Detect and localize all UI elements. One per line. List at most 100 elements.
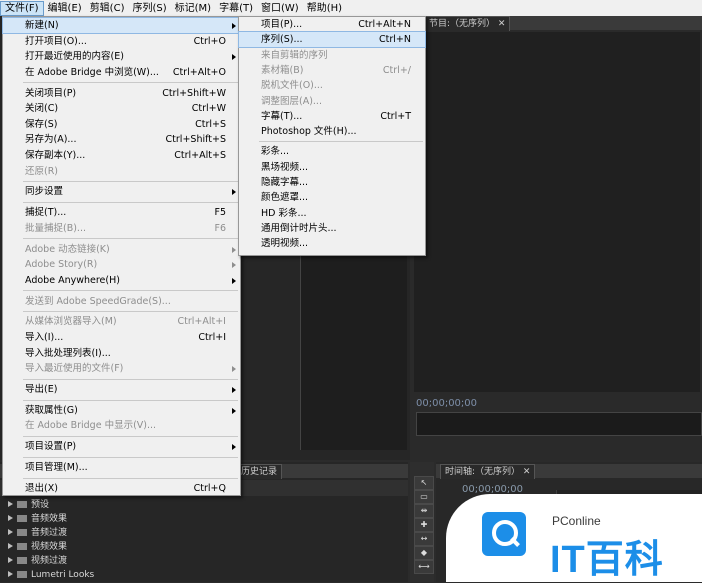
menu-item-捕捉[interactable]: 捕捉(T)... F5 bbox=[3, 205, 240, 220]
menu-item-透明视频[interactable]: 透明视频... bbox=[239, 236, 425, 251]
menu-item-label: 批量捕捉(B)... bbox=[25, 222, 86, 234]
menu-item-label: 从媒体浏览器导入(M) bbox=[25, 316, 117, 328]
menu-item-关闭项目[interactable]: 关闭项目(P) Ctrl+Shift+W bbox=[3, 86, 240, 101]
menu-item-shortcut: Ctrl+Alt+S bbox=[174, 150, 226, 161]
menu-item-同步设置[interactable]: 同步设置 bbox=[3, 184, 240, 199]
menu-item-导出[interactable]: 导出(E) bbox=[3, 382, 240, 397]
expand-triangle-icon[interactable] bbox=[8, 501, 13, 507]
menu-separator bbox=[23, 238, 238, 240]
menu-item-label: 序列(S)... bbox=[261, 34, 303, 46]
menu-item-label: 素材箱(B) bbox=[261, 64, 304, 76]
effects-tree-item[interactable]: 视频效果 bbox=[8, 541, 67, 554]
menu-item-label: 退出(X) bbox=[25, 482, 58, 494]
effects-tree-label: 视频过渡 bbox=[31, 556, 68, 566]
expand-triangle-icon[interactable] bbox=[8, 543, 13, 549]
menu-item-来自剪辑的序列: 来自剪辑的序列 bbox=[239, 48, 425, 63]
program-monitor-tab[interactable]: 节目:（无序列） ✕ bbox=[424, 16, 511, 31]
track-select-tool-icon[interactable]: ▭ bbox=[414, 490, 434, 504]
selection-tool-icon[interactable]: ↖ bbox=[414, 476, 434, 490]
expand-triangle-icon[interactable] bbox=[8, 571, 13, 577]
menu-item-打开最近使用的内容[interactable]: 打开最近使用的内容(E) bbox=[3, 49, 240, 64]
program-monitor-timecode: 00;00;00;00 bbox=[416, 398, 478, 409]
menu-item-adobe-anywhere[interactable]: Adobe Anywhere(H) bbox=[3, 273, 240, 288]
menubar-item-帮助[interactable]: 帮助(H) bbox=[303, 1, 346, 16]
menu-item-保存[interactable]: 保存(S) Ctrl+S bbox=[3, 117, 240, 132]
menu-item-黑场视频[interactable]: 黑场视频... bbox=[239, 160, 425, 175]
menu-item-项目[interactable]: 项目(P)... Ctrl+Alt+N bbox=[239, 17, 425, 32]
history-tab[interactable]: 历史记录 bbox=[236, 464, 283, 479]
menu-item-另存为[interactable]: 另存为(A)... Ctrl+Shift+S bbox=[3, 132, 240, 147]
menu-item-打开项目[interactable]: 打开项目(O)... Ctrl+O bbox=[3, 34, 240, 49]
menu-item-在-adobe-bridge-中浏览[interactable]: 在 Adobe Bridge 中浏览(W)... Ctrl+Alt+O bbox=[3, 65, 240, 80]
expand-triangle-icon[interactable] bbox=[8, 529, 13, 535]
menu-separator bbox=[23, 311, 238, 313]
menu-item-shortcut: Ctrl+T bbox=[380, 110, 411, 122]
effects-tree-item[interactable]: 音频效果 bbox=[8, 513, 67, 526]
razor-tool-icon[interactable]: ◆ bbox=[414, 546, 434, 560]
effects-tree-item[interactable]: 预设 bbox=[8, 499, 49, 512]
effects-tree-label: 音频过渡 bbox=[31, 528, 68, 538]
menu-item-导入[interactable]: 导入(I)... Ctrl+I bbox=[3, 330, 240, 345]
menu-item-素材箱: 素材箱(B) Ctrl+/ bbox=[239, 63, 425, 78]
rolling-edit-tool-icon[interactable]: ✚ bbox=[414, 518, 434, 532]
menubar-item-序列[interactable]: 序列(S) bbox=[128, 1, 170, 16]
menu-item-获取属性[interactable]: 获取属性(G) bbox=[3, 403, 240, 418]
effects-tree-item[interactable]: 视频过渡 bbox=[8, 555, 67, 568]
menu-item-shortcut: F6 bbox=[214, 222, 226, 234]
menu-item-label: Photoshop 文件(H)... bbox=[261, 126, 357, 138]
menu-item-隐藏字幕[interactable]: 隐藏字幕... bbox=[239, 175, 425, 190]
menubar-item-编辑[interactable]: 编辑(E) bbox=[44, 1, 86, 16]
menu-item-adobe-动态链接: Adobe 动态链接(K) bbox=[3, 242, 240, 257]
menu-item-label: 另存为(A)... bbox=[25, 134, 77, 146]
menubar-item-文件[interactable]: 文件(F) bbox=[0, 0, 44, 16]
menu-item-通用倒计时片头[interactable]: 通用倒计时片头... bbox=[239, 221, 425, 236]
menu-item-序列[interactable]: 序列(S)... Ctrl+N bbox=[238, 31, 426, 49]
file-menu: 新建(N) 打开项目(O)... Ctrl+O 打开最近使用的内容(E) 在 Adobe… bbox=[2, 16, 241, 496]
menu-item-颜色遮罩[interactable]: 颜色遮罩... bbox=[239, 190, 425, 205]
ripple-edit-tool-icon[interactable]: ⇹ bbox=[414, 504, 434, 518]
menu-separator bbox=[23, 456, 238, 458]
menubar-item-标记[interactable]: 标记(M) bbox=[171, 1, 215, 16]
menu-item-新建[interactable]: 新建(N) bbox=[2, 17, 241, 34]
program-monitor-scrubber[interactable] bbox=[416, 412, 702, 436]
menu-item-字幕[interactable]: 字幕(T)... Ctrl+T bbox=[239, 109, 425, 124]
slip-tool-icon[interactable]: ⟷ bbox=[414, 560, 434, 574]
effects-tree-label: Lumetri Looks bbox=[31, 570, 95, 580]
menu-item-关闭[interactable]: 关闭(C) Ctrl+W bbox=[3, 101, 240, 116]
effects-tree-item[interactable]: Lumetri Looks bbox=[8, 569, 94, 582]
menu-item-shortcut: Ctrl+W bbox=[191, 103, 226, 115]
menu-item-label: 打开项目(O)... bbox=[25, 35, 87, 47]
menu-item-label: 发送到 Adobe SpeedGrade(S)... bbox=[25, 295, 171, 307]
timeline-tab[interactable]: 时间轴:（无序列） ✕ bbox=[440, 464, 536, 479]
menu-separator bbox=[23, 202, 238, 203]
submenu-arrow-icon bbox=[232, 387, 236, 393]
source-monitor-viewer bbox=[300, 240, 407, 450]
effects-tree-item[interactable]: 音频过渡 bbox=[8, 527, 67, 540]
folder-icon bbox=[17, 543, 27, 550]
menu-item-hd-彩条[interactable]: HD 彩条... bbox=[239, 206, 425, 221]
menu-item-shortcut: Ctrl+Q bbox=[193, 482, 226, 494]
menubar-item-窗口[interactable]: 窗口(W) bbox=[257, 1, 303, 16]
menu-item-项目设置[interactable]: 项目设置(P) bbox=[3, 439, 240, 454]
menu-item-脱机文件: 脱机文件(O)... bbox=[239, 78, 425, 93]
submenu-arrow-icon bbox=[232, 246, 236, 253]
menu-item-退出[interactable]: 退出(X) Ctrl+Q bbox=[3, 481, 240, 496]
menu-separator bbox=[23, 82, 238, 84]
menu-item-彩条[interactable]: 彩条... bbox=[239, 144, 425, 159]
menu-item-photoshop-文件[interactable]: Photoshop 文件(H)... bbox=[239, 124, 425, 139]
menubar-item-字幕[interactable]: 字幕(T) bbox=[215, 1, 257, 16]
rate-stretch-tool-icon[interactable]: ↔ bbox=[414, 532, 434, 546]
menu-item-项目管理[interactable]: 项目管理(M)... bbox=[3, 460, 240, 475]
menu-item-label: Adobe 动态链接(K) bbox=[25, 243, 110, 255]
submenu-arrow-icon bbox=[232, 23, 236, 29]
expand-triangle-icon[interactable] bbox=[8, 557, 13, 563]
menu-item-导入批处理列表[interactable]: 导入批处理列表(I)... bbox=[3, 346, 240, 361]
menu-item-shortcut: Ctrl+Shift+S bbox=[165, 134, 226, 146]
menubar-item-剪辑[interactable]: 剪辑(C) bbox=[86, 1, 129, 16]
menu-item-label: 同步设置 bbox=[25, 186, 64, 198]
submenu-arrow-icon bbox=[232, 54, 236, 61]
menu-item-保存副本[interactable]: 保存副本(Y)... Ctrl+Alt+S bbox=[3, 148, 240, 163]
expand-triangle-icon[interactable] bbox=[8, 515, 13, 521]
folder-icon bbox=[17, 515, 27, 522]
menu-item-label: 捕捉(T)... bbox=[25, 207, 67, 219]
